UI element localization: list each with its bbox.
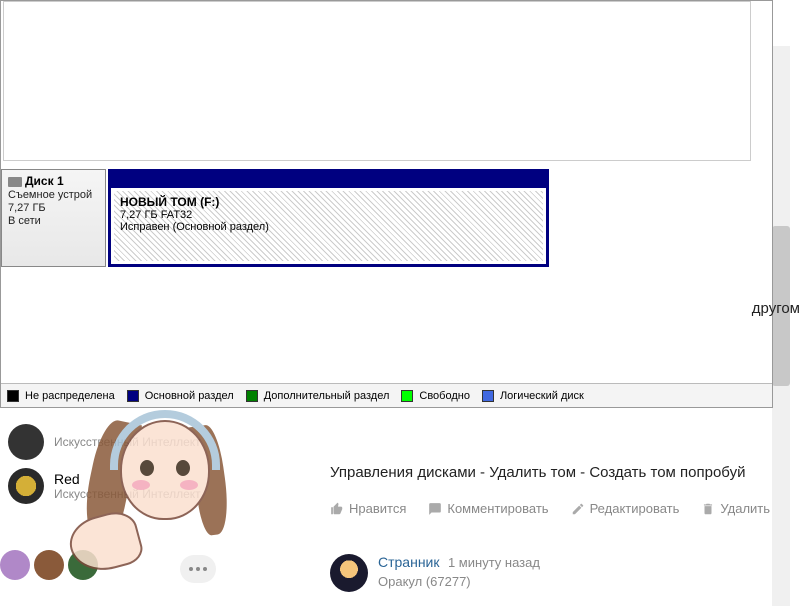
legend-bar: Не распределена Основной раздел Дополнит… xyxy=(1,383,772,407)
mini-avatar[interactable] xyxy=(34,550,64,580)
comment-button[interactable]: Комментировать xyxy=(428,501,548,516)
mini-avatar[interactable] xyxy=(0,550,30,580)
legend-primary: Основной раздел xyxy=(145,390,234,402)
disk-size: 7,27 ГБ xyxy=(8,202,99,214)
comment-time: 1 минуту назад xyxy=(448,555,540,570)
disk-info-panel[interactable]: Диск 1 Съемное устрой 7,27 ГБ В сети xyxy=(1,169,106,267)
avatar xyxy=(8,468,44,504)
mini-avatar-row xyxy=(0,550,98,580)
legend-swatch-logical xyxy=(482,390,494,402)
volume-name: НОВЫЙ ТОМ (F:) xyxy=(120,195,537,209)
comment-icon xyxy=(428,502,442,516)
avatar xyxy=(8,424,44,460)
edit-button[interactable]: Редактировать xyxy=(571,501,680,516)
disk-name: Диск 1 xyxy=(25,174,64,188)
comment-author-link[interactable]: Странник xyxy=(378,554,440,570)
disk-row: Диск 1 Съемное устрой 7,27 ГБ В сети НОВ… xyxy=(1,169,549,267)
disk-management-window: Диск 1 Съемное устрой 7,27 ГБ В сети НОВ… xyxy=(0,0,773,408)
legend-swatch-unallocated xyxy=(7,390,19,402)
user-rank: Искусственный Интеллект xyxy=(54,487,201,501)
volume-partition[interactable]: НОВЫЙ ТОМ (F:) 7,27 ГБ FAT32 Исправен (О… xyxy=(108,169,549,267)
disk-list-panel xyxy=(3,1,751,161)
comment-item: Странник 1 минуту назад Оракул (67277) xyxy=(330,554,540,592)
answer-text: Управления дисками - Удалить том - Созда… xyxy=(330,462,770,483)
answer-block: Гуру (3012) Управления дисками - Удалить… xyxy=(280,416,770,516)
more-button[interactable] xyxy=(180,555,216,583)
dots-icon xyxy=(189,567,193,571)
user-name: Red xyxy=(54,471,201,487)
legend-swatch-primary xyxy=(127,390,139,402)
legend-logical: Логический диск xyxy=(500,390,584,402)
legend-swatch-extended xyxy=(246,390,258,402)
user-rank: Искусственный Интеллект xyxy=(54,435,201,449)
comment-avatar[interactable] xyxy=(330,554,368,592)
disk-status: В сети xyxy=(8,215,99,227)
legend-swatch-free xyxy=(401,390,413,402)
delete-button[interactable]: Удалить xyxy=(701,501,770,516)
mini-avatar[interactable] xyxy=(68,550,98,580)
legend-free: Свободно xyxy=(419,390,470,402)
text-fragment-right: другом xyxy=(752,300,800,317)
sidebar-user-2[interactable]: Red Искусственный Интеллект xyxy=(0,462,270,510)
disk-type: Съемное устрой xyxy=(8,189,99,201)
volume-header-bar xyxy=(111,172,546,188)
legend-extended: Дополнительный раздел xyxy=(264,390,390,402)
comment-rank: Оракул (67277) xyxy=(378,574,540,589)
trash-icon xyxy=(701,502,715,516)
answer-actions: Нравится Комментировать Редактировать Уд… xyxy=(330,501,770,516)
disk-icon xyxy=(8,177,22,187)
like-button[interactable]: Нравится xyxy=(330,501,406,516)
page-scrollbar[interactable] xyxy=(772,46,790,606)
pencil-icon xyxy=(571,502,585,516)
volume-info: 7,27 ГБ FAT32 xyxy=(120,209,537,221)
thumbs-up-icon xyxy=(330,502,344,516)
volume-health: Исправен (Основной раздел) xyxy=(120,221,537,233)
legend-unallocated: Не распределена xyxy=(25,390,115,402)
volume-body: НОВЫЙ ТОМ (F:) 7,27 ГБ FAT32 Исправен (О… xyxy=(114,191,543,261)
sidebar-user-1[interactable]: Искусственный Интеллект xyxy=(0,418,270,466)
